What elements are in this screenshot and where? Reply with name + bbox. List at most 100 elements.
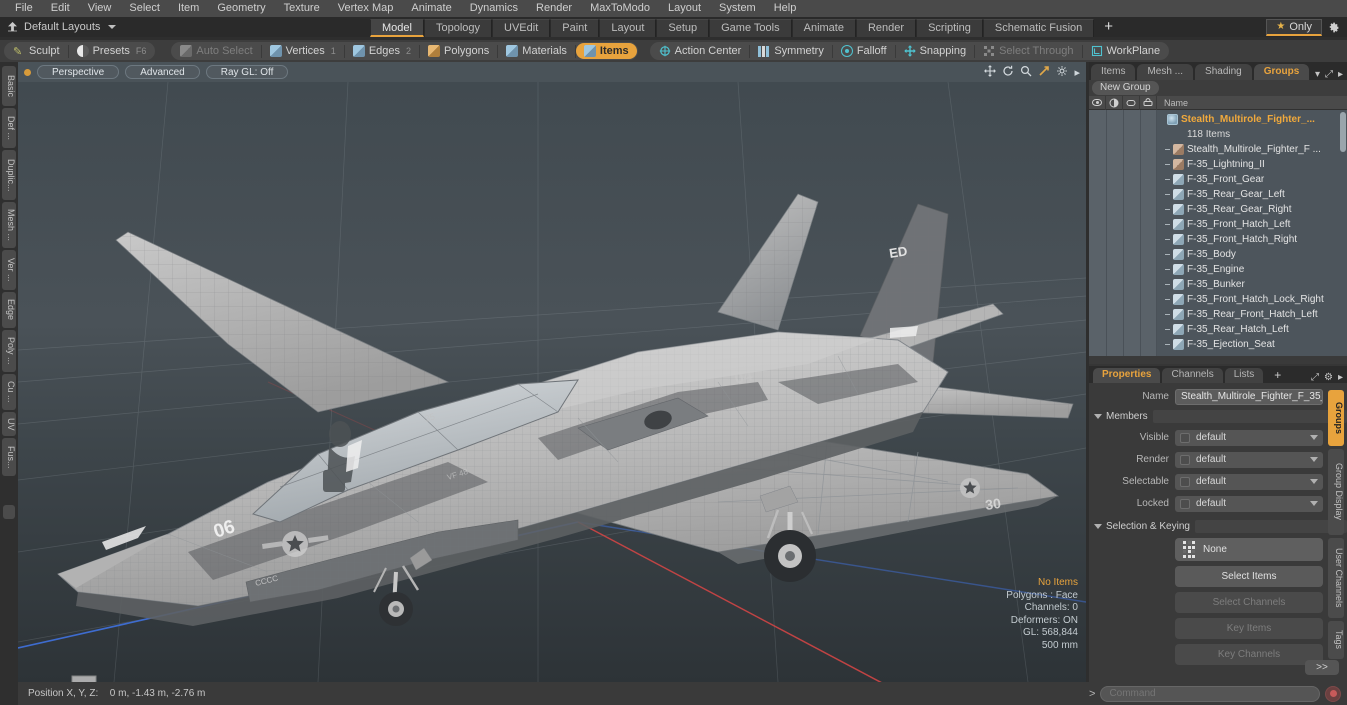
locked-dropdown[interactable]: default [1175, 495, 1323, 512]
chevron-right-icon[interactable]: ▸ [1074, 66, 1080, 79]
ptab-lists[interactable]: Lists [1224, 368, 1264, 383]
viewport-raygl-toggle[interactable]: Ray GL: Off [205, 65, 289, 79]
visible-dropdown[interactable]: default [1175, 429, 1323, 446]
edges-button[interactable]: Edges 2 [345, 43, 419, 59]
workplane-button[interactable]: WorkPlane [1083, 43, 1169, 59]
tree-row[interactable]: F-35_Bunker [1089, 277, 1347, 292]
menu-item-item[interactable]: Item [169, 0, 208, 17]
falloff-button[interactable]: Falloff [833, 43, 895, 59]
sculpt-button[interactable]: ✎ Sculpt [5, 43, 68, 59]
tab-render[interactable]: Render [855, 19, 917, 37]
left-tab-duplicate[interactable]: Duplic... [2, 150, 16, 200]
menu-item-edit[interactable]: Edit [42, 0, 79, 17]
menu-item-geometry[interactable]: Geometry [208, 0, 274, 17]
record-macro-button[interactable] [1325, 685, 1341, 702]
tree-row[interactable]: F-35_Front_Hatch_Left [1089, 217, 1347, 232]
tree-row[interactable]: F-35_Front_Hatch_Lock_Right [1089, 292, 1347, 307]
menu-item-animate[interactable]: Animate [402, 0, 460, 17]
left-tab-polygon[interactable]: Poly ... [2, 330, 16, 372]
vertices-button[interactable]: Vertices 1 [262, 43, 344, 59]
col-visible-icon[interactable] [1089, 95, 1106, 110]
items-button[interactable]: Items [575, 43, 637, 59]
left-toolbox-button[interactable] [3, 505, 15, 519]
tab-uvedit[interactable]: UVEdit [492, 19, 551, 37]
left-tab-fusion[interactable]: Fus... [2, 438, 16, 476]
tree-row[interactable]: F-35_Rear_Hatch_Left [1089, 322, 1347, 337]
tree-row[interactable]: F-35_Front_Hatch_Right [1089, 232, 1347, 247]
settings-gear-icon[interactable] [1325, 19, 1341, 35]
tree-row[interactable]: F-35_Rear_Gear_Left [1089, 187, 1347, 202]
left-tab-edge[interactable]: Edge [2, 292, 16, 328]
side-tab-user-channels[interactable]: User Channels [1328, 538, 1344, 618]
rtab-groups[interactable]: Groups [1253, 64, 1310, 80]
group-tree[interactable]: Stealth_Multirole_Fighter_... 118 Items … [1089, 110, 1347, 356]
tree-horizontal-scrollbar[interactable] [1089, 356, 1347, 364]
menu-item-maxtomodo[interactable]: MaxToModo [581, 0, 659, 17]
fit-icon[interactable] [1038, 65, 1050, 80]
tab-game-tools[interactable]: Game Tools [709, 19, 792, 37]
col-select-icon[interactable] [1123, 95, 1140, 110]
tab-layout[interactable]: Layout [599, 19, 657, 37]
tab-setup[interactable]: Setup [656, 19, 710, 37]
chevron-right-icon[interactable]: ▸ [1338, 372, 1343, 383]
side-tab-groups[interactable]: Groups [1328, 390, 1344, 446]
rotate-icon[interactable] [1002, 65, 1014, 80]
zoom-icon[interactable] [1020, 65, 1032, 80]
default-layouts-selector[interactable]: Default Layouts [0, 21, 370, 34]
selectable-dropdown[interactable]: default [1175, 473, 1323, 490]
left-tab-deform[interactable]: Def ... [2, 108, 16, 148]
menu-item-file[interactable]: File [6, 0, 42, 17]
ptab-add-button[interactable]: + [1265, 368, 1290, 383]
menu-item-render[interactable]: Render [527, 0, 581, 17]
tree-row-group[interactable]: Stealth_Multirole_Fighter_... [1089, 112, 1347, 127]
side-tab-group-display[interactable]: Group Display [1328, 449, 1344, 535]
left-tab-basic[interactable]: Basic [2, 66, 16, 106]
symmetry-button[interactable]: Symmetry [750, 43, 832, 59]
select-items-button[interactable]: Select Items [1175, 566, 1323, 587]
tree-row[interactable]: F-35_Body [1089, 247, 1347, 262]
only-button[interactable]: ★ Only [1266, 18, 1322, 36]
side-tab-tags[interactable]: Tags [1328, 621, 1344, 659]
rtab-mesh[interactable]: Mesh ... [1137, 64, 1194, 80]
snapping-button[interactable]: Snapping [896, 43, 975, 59]
tab-topology[interactable]: Topology [423, 19, 493, 37]
left-tab-mesh[interactable]: Mesh ... [2, 202, 16, 248]
left-tab-curve[interactable]: Cu ... [2, 374, 16, 410]
members-section-header[interactable]: Members [1089, 409, 1347, 424]
viewport-view-selector[interactable]: Perspective [37, 65, 120, 79]
tree-row[interactable]: F-35_Rear_Front_Hatch_Left [1089, 307, 1347, 322]
rtab-items[interactable]: Items [1091, 64, 1136, 80]
name-field[interactable]: Stealth_Multirole_Fighter_F_35_L [1175, 388, 1323, 405]
presets-button[interactable]: Presets F6 [69, 43, 155, 59]
chevron-right-icon[interactable]: ▸ [1338, 69, 1343, 80]
tree-row[interactable]: F-35_Rear_Gear_Right [1089, 202, 1347, 217]
tree-row[interactable]: F-35_Ejection_Seat [1089, 337, 1347, 352]
ptab-properties[interactable]: Properties [1093, 368, 1161, 383]
selection-set-dropdown[interactable]: None [1175, 538, 1323, 561]
tab-model[interactable]: Model [370, 19, 424, 37]
menu-item-view[interactable]: View [79, 0, 121, 17]
chevron-down-icon[interactable]: ▾ [1315, 69, 1320, 80]
tab-animate[interactable]: Animate [791, 19, 856, 37]
viewport-menu-dot-icon[interactable] [24, 68, 31, 76]
menu-item-select[interactable]: Select [120, 0, 169, 17]
polygons-button[interactable]: Polygons [420, 43, 497, 59]
render-dropdown[interactable]: default [1175, 451, 1323, 468]
col-render-icon[interactable] [1106, 95, 1123, 110]
command-input[interactable] [1100, 685, 1320, 702]
tree-row[interactable]: F-35_Lightning_II [1089, 157, 1347, 172]
action-center-button[interactable]: Action Center [651, 43, 750, 59]
selection-keying-section-header[interactable]: Selection & Keying [1089, 519, 1347, 534]
menu-item-vertex-map[interactable]: Vertex Map [329, 0, 403, 17]
menu-item-dynamics[interactable]: Dynamics [461, 0, 527, 17]
menu-item-texture[interactable]: Texture [275, 0, 329, 17]
add-tab-button[interactable]: + [1094, 19, 1123, 37]
ptab-channels[interactable]: Channels [1162, 368, 1223, 383]
move-icon[interactable] [984, 64, 997, 80]
viewport-shading-selector[interactable]: Advanced [125, 65, 200, 79]
tree-row[interactable]: F-35_Front_Gear [1089, 172, 1347, 187]
expand-icon[interactable]: ⤢ [1325, 69, 1333, 80]
tab-scripting[interactable]: Scripting [916, 19, 983, 37]
new-group-button[interactable]: New Group [1092, 81, 1159, 95]
left-tab-uv[interactable]: UV [2, 412, 16, 436]
